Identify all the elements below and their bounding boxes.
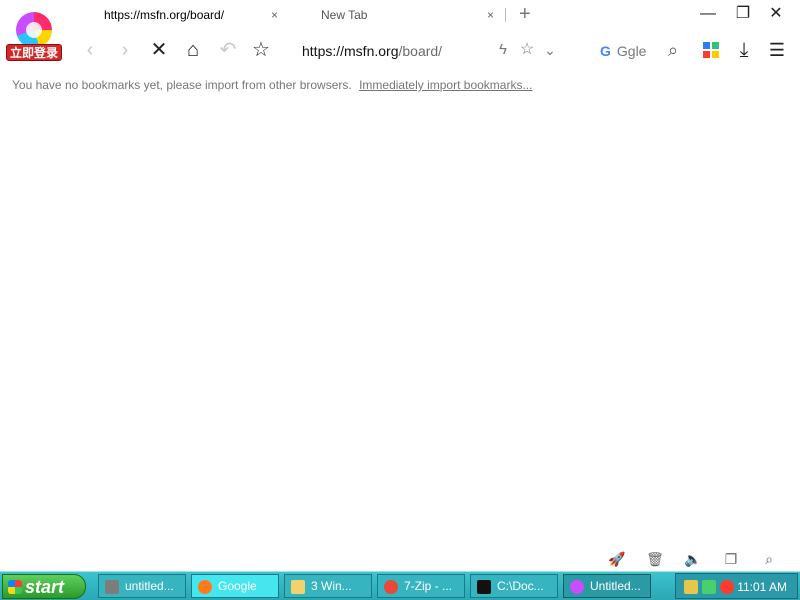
import-bookmarks-link[interactable]: Immediately import bookmarks...	[359, 78, 532, 92]
undo-close-icon[interactable]: ↶	[216, 38, 240, 62]
minimize-icon[interactable]: —	[698, 4, 718, 24]
browser-icon	[570, 580, 584, 594]
search-engine-label: Ggle	[616, 43, 647, 59]
tray-app-icon[interactable]	[684, 580, 698, 594]
windows-flag-icon	[8, 580, 22, 594]
tray-clock[interactable]: 11:01 AM	[737, 574, 787, 600]
tab-title: New Tab	[321, 8, 368, 22]
paint-icon	[105, 580, 119, 594]
tab-close-icon[interactable]: ×	[271, 0, 278, 30]
browser-logo-icon	[16, 12, 52, 48]
zoom-icon[interactable]: ⌕	[759, 549, 779, 569]
forward-icon[interactable]: ›	[113, 38, 137, 62]
start-button[interactable]: start	[2, 574, 86, 599]
search-icon[interactable]: ⌕	[661, 38, 685, 62]
restore-icon[interactable]: ❐	[733, 4, 753, 24]
trash-icon[interactable]: 🗑	[645, 549, 665, 569]
taskbar-item[interactable]: untitled...	[98, 574, 186, 598]
bookmarks-empty-message: You have no bookmarks yet, please import…	[12, 78, 352, 92]
bookmark-star-icon[interactable]: ☆	[249, 38, 273, 62]
task-label: Untitled...	[590, 579, 641, 593]
taskbar-item[interactable]: C:\Doc...	[470, 574, 558, 598]
browser-logo[interactable]: 立即登录	[6, 10, 62, 62]
taskbar-item[interactable]: 3 Win...	[284, 574, 372, 598]
taskbar-item[interactable]: Untitled...	[563, 574, 651, 598]
home-icon[interactable]: ⌂	[181, 38, 205, 62]
task-label: C:\Doc...	[497, 579, 544, 593]
tab-close-icon[interactable]: ×	[487, 0, 494, 30]
bookmarks-bar: You have no bookmarks yet, please import…	[12, 78, 532, 92]
rocket-icon[interactable]: 🚀	[607, 549, 627, 569]
address-path: /board/	[398, 43, 443, 59]
start-label: start	[25, 577, 65, 597]
chevron-down-icon[interactable]: ⌄	[538, 38, 562, 62]
address-host: https://msfn.org	[302, 43, 399, 59]
close-window-icon[interactable]: ✕	[766, 4, 786, 24]
back-icon[interactable]: ‹	[78, 38, 102, 62]
menu-icon[interactable]: ☰	[765, 38, 789, 62]
search-box[interactable]: G Ggle	[600, 40, 646, 62]
speaker-icon[interactable]: 🔈	[683, 549, 703, 569]
tray-network-icon[interactable]	[702, 580, 716, 594]
chrome-icon	[384, 580, 398, 594]
tab-divider	[505, 8, 506, 22]
7zip-icon	[477, 580, 491, 594]
browser-window: 立即登录 https://msfn.org/board/ × New Tab ×…	[0, 0, 800, 600]
tab-new-tab[interactable]: New Tab ×	[321, 0, 501, 30]
firefox-icon	[198, 580, 212, 594]
taskbar: start untitled... Google 3 Win... 7-Zip …	[0, 571, 800, 600]
tray-security-icon[interactable]	[720, 580, 734, 594]
taskbar-item[interactable]: Google	[191, 574, 279, 598]
task-label: untitled...	[125, 579, 174, 593]
favorite-icon[interactable]: ☆	[515, 38, 539, 62]
folder-icon	[291, 580, 305, 594]
address-bar[interactable]: https://msfn.org/board/	[302, 40, 442, 62]
window-icon[interactable]: ❐	[721, 549, 741, 569]
google-icon: G	[600, 43, 611, 59]
task-label: Google	[218, 579, 257, 593]
tab-title: https://msfn.org/board/	[104, 8, 225, 22]
system-tray: 11:01 AM	[675, 573, 798, 599]
apps-grid-icon[interactable]	[699, 38, 723, 62]
tab-msfn[interactable]: https://msfn.org/board/ ×	[104, 0, 289, 30]
taskbar-item[interactable]: 7-Zip - ...	[377, 574, 465, 598]
download-icon[interactable]: ⤓	[732, 38, 756, 62]
login-badge[interactable]: 立即登录	[6, 44, 62, 61]
task-label: 3 Win...	[311, 579, 352, 593]
bolt-icon[interactable]: ϟ	[491, 38, 515, 62]
stop-icon[interactable]: ✕	[147, 38, 171, 62]
new-tab-plus-icon[interactable]: +	[519, 2, 531, 26]
task-label: 7-Zip - ...	[404, 579, 453, 593]
